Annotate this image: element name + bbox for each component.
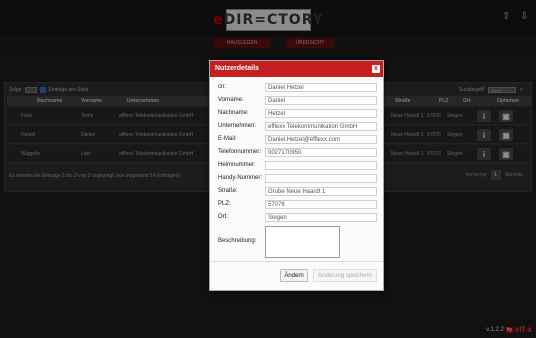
save-changes-button[interactable]: Änderung speichern — [313, 269, 377, 282]
field-label: Handy-Nummer: — [218, 175, 263, 181]
email-field[interactable]: Daniel.Hetzel@efflexx.com — [265, 135, 377, 144]
field-label: Heimnummer: — [218, 162, 256, 168]
field-ort: Ort: Siegen — [210, 213, 383, 223]
field-handy: Handy-Nummer: — [210, 174, 383, 184]
field-email: E-Mail: Daniel.Hetzel@efflexx.com — [210, 135, 383, 145]
nachname-field[interactable]: Hetzel — [265, 109, 377, 118]
field-label: Ort: — [218, 214, 228, 220]
field-plz: PLZ: 57076 — [210, 200, 383, 210]
field-heimnummer: Heimnummer: — [210, 161, 383, 171]
field-label: Beschreibung: — [218, 238, 257, 244]
strasse-field[interactable]: Grube Neue Haardt 1 — [265, 187, 377, 196]
cn-field[interactable]: Daniel Hetzel — [265, 83, 377, 92]
modal-header: Nutzerdetails x — [210, 61, 383, 77]
telefon-field[interactable]: 0027170950 — [265, 148, 377, 157]
field-label: E-Mail: — [218, 136, 237, 142]
handy-field[interactable] — [265, 174, 377, 183]
field-cn: cn: Daniel Hetzel — [210, 83, 383, 93]
field-label: Telefonnummer: — [218, 149, 262, 155]
field-unternehmen: Unternehmen: efflexx Telekommunikation G… — [210, 122, 383, 132]
ort-field[interactable]: Siegen — [265, 213, 377, 222]
field-strasse: Straße: Grube Neue Haardt 1 — [210, 187, 383, 197]
field-label: Vorname: — [218, 97, 244, 103]
user-details-modal: Nutzerdetails x cn: Daniel Hetzel Vornam… — [209, 60, 384, 291]
plz-field[interactable]: 57076 — [265, 200, 377, 209]
change-button[interactable]: Ändern — [280, 269, 308, 282]
field-telefon: Telefonnummer: 0027170950 — [210, 148, 383, 158]
field-label: Nachname: — [218, 110, 249, 116]
field-nachname: Nachname: Hetzel — [210, 109, 383, 119]
vorname-field[interactable]: Daniel — [265, 96, 377, 105]
field-label: Straße: — [218, 188, 238, 194]
field-vorname: Vorname: Daniel — [210, 96, 383, 106]
close-icon[interactable]: x — [372, 65, 380, 73]
unternehmen-field[interactable]: efflexx Telekommunikation GmbH — [265, 122, 377, 131]
heimnummer-field[interactable] — [265, 161, 377, 170]
modal-title: Nutzerdetails — [215, 65, 259, 72]
field-label: cn: — [218, 84, 227, 90]
field-label: PLZ: — [218, 201, 231, 207]
field-label: Unternehmen: — [218, 123, 257, 129]
modal-divider — [210, 261, 383, 262]
description-textarea[interactable] — [265, 226, 340, 258]
field-beschreibung: Beschreibung: — [210, 226, 383, 260]
